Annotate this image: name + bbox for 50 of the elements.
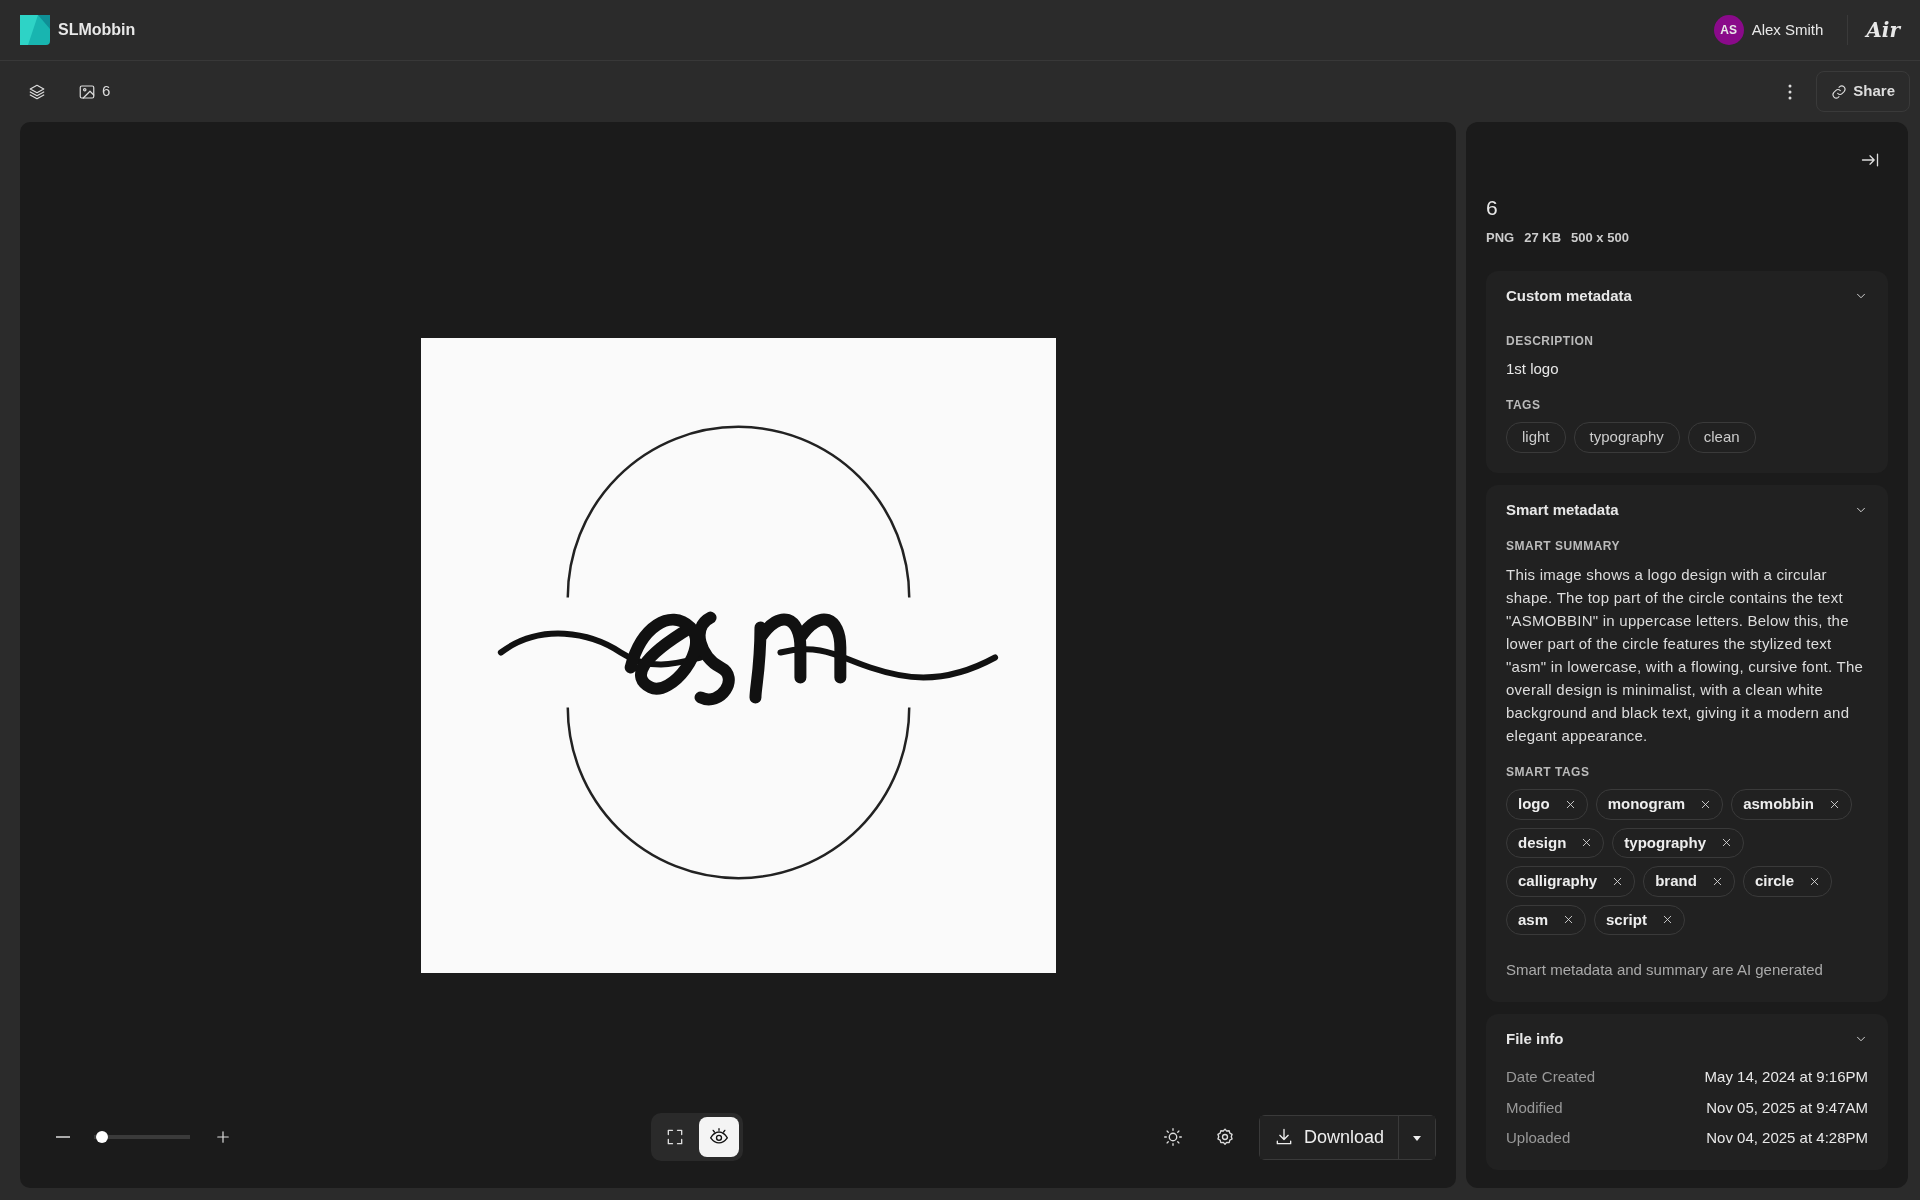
- tag-label: brand: [1655, 871, 1697, 891]
- tag-label: logo: [1518, 794, 1550, 814]
- tag-label: design: [1518, 832, 1567, 853]
- tag-label: monogram: [1607, 794, 1686, 814]
- info-value: May 14, 2024 at 9:16PM: [1704, 1067, 1868, 1087]
- info-label: Date Created: [1506, 1067, 1596, 1087]
- user-name[interactable]: Alex Smith: [1751, 18, 1824, 42]
- app-name: SLMobbin: [58, 20, 136, 40]
- tag-label: asmobbin: [1743, 794, 1814, 814]
- ai-note: Smart metadata and summary are AI generated: [1506, 960, 1824, 980]
- minus-icon: [56, 1136, 70, 1138]
- description-text: 1st logo: [1506, 358, 1560, 379]
- section-title: Smart metadata: [1506, 499, 1619, 520]
- file-meta: 500 x 500: [1571, 228, 1629, 247]
- info-label: Modified: [1506, 1097, 1563, 1118]
- slider-thumb[interactable]: [95, 1131, 108, 1143]
- image-count-button[interactable]: 6: [70, 74, 119, 109]
- section-title: File info: [1506, 1028, 1564, 1049]
- file-meta: PNG: [1486, 228, 1515, 247]
- tag-label: circle: [1754, 871, 1795, 891]
- field-label: TAGS: [1506, 397, 1542, 414]
- file-meta: 27 KB: [1524, 228, 1562, 247]
- section-title: Custom metadata: [1506, 286, 1632, 306]
- tag-label: script: [1606, 909, 1647, 930]
- info-value: Nov 05, 2025 at 9:47AM: [1706, 1097, 1868, 1118]
- link-icon: [1831, 83, 1848, 100]
- tag-label: asm: [1518, 909, 1549, 930]
- tag-chip[interactable]: clean: [1687, 422, 1756, 453]
- user-avatar[interactable]: AS: [1713, 15, 1744, 45]
- image-icon: [78, 82, 96, 101]
- tag-chip[interactable]: typography: [1573, 422, 1680, 453]
- download-button[interactable]: Download: [1259, 1115, 1398, 1159]
- field-label: SMART TAGS: [1506, 764, 1591, 781]
- settings-icon: [1214, 1127, 1235, 1147]
- file-title: 6: [1486, 195, 1499, 221]
- tag-label: calligraphy: [1518, 871, 1598, 891]
- tag-label: typography: [1624, 832, 1707, 853]
- summary-text: This image shows a logo design with a circular shape. The top part of the circle contains the text "ASMOBBIN" in uppercase letters. Below this, the lower part of the circle features the stylized text "asm" in lowercase, with a flowing, cursive font. The overall design is minimalist, with a clean white background and black text, giving it a modern and elegant appearance.: [1506, 565, 1865, 746]
- share-button[interactable]: Share: [1816, 71, 1910, 112]
- info-value: Nov 04, 2025 at 4:28PM: [1706, 1128, 1868, 1148]
- layers-icon: [28, 82, 46, 101]
- sun-icon: [1162, 1127, 1183, 1147]
- tag-chip[interactable]: light: [1506, 422, 1566, 453]
- brand-logo[interactable]: Air: [1847, 15, 1900, 45]
- field-label: SMART SUMMARY: [1506, 538, 1622, 555]
- more-icon: [1788, 83, 1793, 100]
- plus-icon: [214, 1128, 232, 1146]
- info-label: Uploaded: [1506, 1128, 1571, 1148]
- field-label: DESCRIPTION: [1506, 332, 1595, 350]
- preview-toggle[interactable]: [699, 1117, 740, 1157]
